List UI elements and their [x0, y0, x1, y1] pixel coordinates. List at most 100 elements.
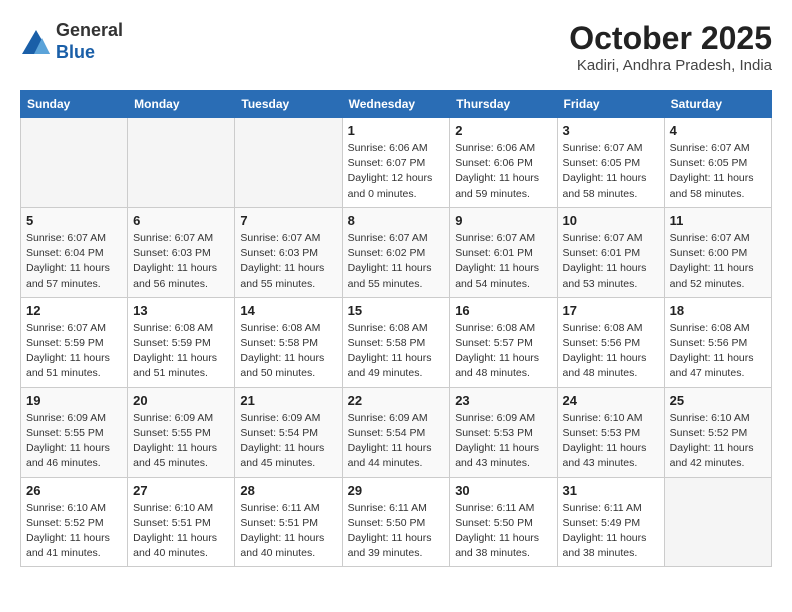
page-header: General Blue October 2025 Kadiri, Andhra…	[20, 20, 772, 74]
day-info: Sunrise: 6:10 AM Sunset: 5:53 PM Dayligh…	[563, 411, 659, 472]
day-number: 14	[240, 303, 336, 318]
calendar-cell: 1 Sunrise: 6:06 AM Sunset: 6:07 PM Daylig…	[342, 118, 450, 208]
day-number: 13	[133, 303, 229, 318]
day-info: Sunrise: 6:07 AM Sunset: 6:01 PM Dayligh…	[455, 231, 551, 292]
weekday-header: Wednesday	[342, 91, 450, 118]
calendar-week-row: 26 Sunrise: 6:10 AM Sunset: 5:52 PM Dayli…	[21, 477, 772, 567]
calendar-cell: 8 Sunrise: 6:07 AM Sunset: 6:02 PM Daylig…	[342, 207, 450, 297]
logo-blue-text: Blue	[56, 42, 123, 64]
calendar-cell: 22Sunrise: 6:09 AM Sunset: 5:54 PM Dayli…	[342, 387, 450, 477]
calendar-cell	[664, 477, 771, 567]
day-info: Sunrise: 6:10 AM Sunset: 5:51 PM Dayligh…	[133, 501, 229, 562]
day-info: Sunrise: 6:09 AM Sunset: 5:54 PM Dayligh…	[348, 411, 445, 472]
calendar-cell: 5Sunrise: 6:07 AM Sunset: 6:04 PM Daylig…	[21, 207, 128, 297]
day-number: 7	[240, 213, 336, 228]
day-info: Sunrise: 6:10 AM Sunset: 5:52 PM Dayligh…	[26, 501, 122, 562]
day-number: 23	[455, 393, 551, 408]
calendar-cell: 20 Sunrise: 6:09 AM Sunset: 5:55 PM Dayli…	[128, 387, 235, 477]
day-info: Sunrise: 6:09 AM Sunset: 5:55 PM Dayligh…	[26, 411, 122, 472]
day-info: Sunrise: 6:07 AM Sunset: 6:05 PM Dayligh…	[670, 141, 766, 202]
day-info: Sunrise: 6:09 AM Sunset: 5:54 PM Dayligh…	[240, 411, 336, 472]
weekday-header: Saturday	[664, 91, 771, 118]
calendar-body: 1 Sunrise: 6:06 AM Sunset: 6:07 PM Daylig…	[21, 118, 772, 567]
calendar-cell: 17 Sunrise: 6:08 AM Sunset: 5:56 PM Dayli…	[557, 297, 664, 387]
calendar-cell	[128, 118, 235, 208]
day-number: 5	[26, 213, 122, 228]
logo-icon	[20, 28, 52, 56]
calendar-cell: 15Sunrise: 6:08 AM Sunset: 5:58 PM Dayli…	[342, 297, 450, 387]
day-number: 26	[26, 483, 122, 498]
day-number: 1	[348, 123, 445, 138]
day-number: 24	[563, 393, 659, 408]
day-number: 20	[133, 393, 229, 408]
calendar-cell: 21Sunrise: 6:09 AM Sunset: 5:54 PM Dayli…	[235, 387, 342, 477]
day-info: Sunrise: 6:06 AM Sunset: 6:06 PM Dayligh…	[455, 141, 551, 202]
day-number: 16	[455, 303, 551, 318]
calendar-cell: 18Sunrise: 6:08 AM Sunset: 5:56 PM Dayli…	[664, 297, 771, 387]
day-info: Sunrise: 6:06 AM Sunset: 6:07 PM Dayligh…	[348, 141, 445, 202]
calendar-cell: 26 Sunrise: 6:10 AM Sunset: 5:52 PM Dayli…	[21, 477, 128, 567]
day-info: Sunrise: 6:07 AM Sunset: 6:01 PM Dayligh…	[563, 231, 659, 292]
calendar-week-row: 5Sunrise: 6:07 AM Sunset: 6:04 PM Daylig…	[21, 207, 772, 297]
day-number: 30	[455, 483, 551, 498]
day-number: 3	[563, 123, 659, 138]
day-info: Sunrise: 6:08 AM Sunset: 5:56 PM Dayligh…	[563, 321, 659, 382]
calendar-cell: 9 Sunrise: 6:07 AM Sunset: 6:01 PM Daylig…	[450, 207, 557, 297]
month-title: October 2025	[569, 20, 772, 57]
day-info: Sunrise: 6:11 AM Sunset: 5:51 PM Dayligh…	[240, 501, 336, 562]
calendar-cell: 12 Sunrise: 6:07 AM Sunset: 5:59 PM Dayli…	[21, 297, 128, 387]
calendar-week-row: 12 Sunrise: 6:07 AM Sunset: 5:59 PM Dayli…	[21, 297, 772, 387]
day-info: Sunrise: 6:08 AM Sunset: 5:59 PM Dayligh…	[133, 321, 229, 382]
weekday-header: Thursday	[450, 91, 557, 118]
calendar-cell: 29 Sunrise: 6:11 AM Sunset: 5:50 PM Dayli…	[342, 477, 450, 567]
day-number: 17	[563, 303, 659, 318]
day-number: 27	[133, 483, 229, 498]
day-info: Sunrise: 6:08 AM Sunset: 5:57 PM Dayligh…	[455, 321, 551, 382]
weekday-header: Friday	[557, 91, 664, 118]
day-info: Sunrise: 6:11 AM Sunset: 5:50 PM Dayligh…	[348, 501, 445, 562]
day-number: 4	[670, 123, 766, 138]
day-info: Sunrise: 6:08 AM Sunset: 5:58 PM Dayligh…	[240, 321, 336, 382]
weekday-header: Monday	[128, 91, 235, 118]
weekday-header: Sunday	[21, 91, 128, 118]
title-block: October 2025 Kadiri, Andhra Pradesh, Ind…	[569, 20, 772, 74]
day-number: 9	[455, 213, 551, 228]
day-number: 8	[348, 213, 445, 228]
day-number: 10	[563, 213, 659, 228]
logo-general-text: General	[56, 20, 123, 42]
day-info: Sunrise: 6:08 AM Sunset: 5:58 PM Dayligh…	[348, 321, 445, 382]
day-number: 31	[563, 483, 659, 498]
day-info: Sunrise: 6:07 AM Sunset: 6:05 PM Dayligh…	[563, 141, 659, 202]
day-info: Sunrise: 6:11 AM Sunset: 5:49 PM Dayligh…	[563, 501, 659, 562]
calendar-cell: 7 Sunrise: 6:07 AM Sunset: 6:03 PM Daylig…	[235, 207, 342, 297]
calendar-cell: 19Sunrise: 6:09 AM Sunset: 5:55 PM Dayli…	[21, 387, 128, 477]
calendar-cell: 27 Sunrise: 6:10 AM Sunset: 5:51 PM Dayli…	[128, 477, 235, 567]
calendar-cell: 3 Sunrise: 6:07 AM Sunset: 6:05 PM Daylig…	[557, 118, 664, 208]
day-info: Sunrise: 6:08 AM Sunset: 5:56 PM Dayligh…	[670, 321, 766, 382]
calendar-cell: 14 Sunrise: 6:08 AM Sunset: 5:58 PM Dayli…	[235, 297, 342, 387]
calendar-week-row: 19Sunrise: 6:09 AM Sunset: 5:55 PM Dayli…	[21, 387, 772, 477]
calendar-cell: 31 Sunrise: 6:11 AM Sunset: 5:49 PM Dayli…	[557, 477, 664, 567]
day-info: Sunrise: 6:07 AM Sunset: 6:03 PM Dayligh…	[240, 231, 336, 292]
day-info: Sunrise: 6:10 AM Sunset: 5:52 PM Dayligh…	[670, 411, 766, 472]
logo: General Blue	[20, 20, 123, 63]
day-info: Sunrise: 6:07 AM Sunset: 6:03 PM Dayligh…	[133, 231, 229, 292]
calendar-header-row: SundayMondayTuesdayWednesdayThursdayFrid…	[21, 91, 772, 118]
day-info: Sunrise: 6:07 AM Sunset: 6:02 PM Dayligh…	[348, 231, 445, 292]
day-info: Sunrise: 6:09 AM Sunset: 5:55 PM Dayligh…	[133, 411, 229, 472]
day-info: Sunrise: 6:09 AM Sunset: 5:53 PM Dayligh…	[455, 411, 551, 472]
calendar-cell: 28 Sunrise: 6:11 AM Sunset: 5:51 PM Dayli…	[235, 477, 342, 567]
location-text: Kadiri, Andhra Pradesh, India	[569, 57, 772, 74]
day-info: Sunrise: 6:07 AM Sunset: 5:59 PM Dayligh…	[26, 321, 122, 382]
calendar-cell: 13 Sunrise: 6:08 AM Sunset: 5:59 PM Dayli…	[128, 297, 235, 387]
calendar-cell: 2Sunrise: 6:06 AM Sunset: 6:06 PM Daylig…	[450, 118, 557, 208]
day-number: 28	[240, 483, 336, 498]
calendar-cell: 25Sunrise: 6:10 AM Sunset: 5:52 PM Dayli…	[664, 387, 771, 477]
calendar-cell: 23 Sunrise: 6:09 AM Sunset: 5:53 PM Dayli…	[450, 387, 557, 477]
calendar-cell	[235, 118, 342, 208]
calendar-table: SundayMondayTuesdayWednesdayThursdayFrid…	[20, 90, 772, 567]
day-number: 6	[133, 213, 229, 228]
day-number: 29	[348, 483, 445, 498]
day-number: 12	[26, 303, 122, 318]
calendar-cell	[21, 118, 128, 208]
